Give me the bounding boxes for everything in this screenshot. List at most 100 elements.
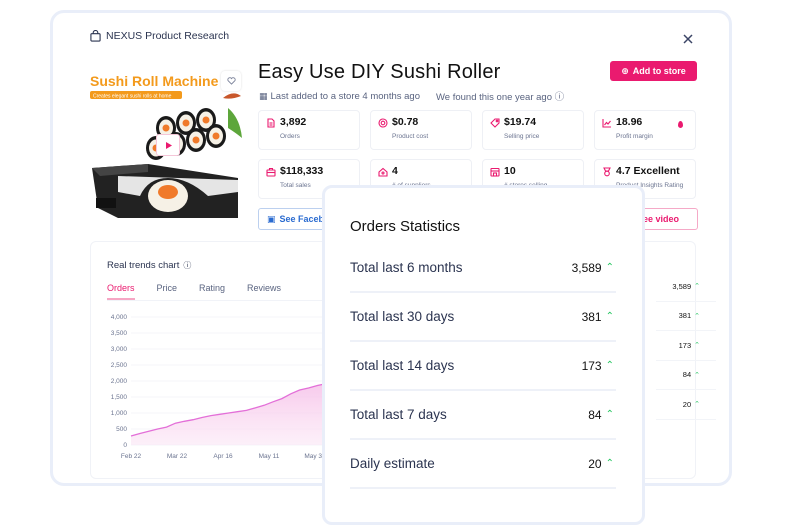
stat-row-label: Total last 14 days — [350, 358, 455, 373]
found-info: We found this one year ago ⓘ — [436, 89, 564, 103]
y-tick-label: 3,500 — [111, 330, 128, 337]
stat-row-value: 3,589 ⌃ — [572, 261, 616, 275]
stat-row-label: Daily estimate — [350, 456, 435, 471]
tab-price[interactable]: Price — [157, 283, 178, 300]
facebook-icon: ▣ — [267, 213, 276, 224]
bg-stat-row: 84 ⌃ — [656, 361, 716, 390]
trend-up-icon: ⌃ — [694, 283, 700, 291]
info-icon[interactable]: ⓘ — [555, 92, 565, 103]
stat-row-daily-estimate: Daily estimate 20 ⌃ — [350, 440, 616, 489]
stat-value: $0.78 — [392, 116, 419, 128]
store-icon — [490, 167, 500, 177]
stat-row-number: 173 — [581, 358, 602, 373]
product-meta: ▦ Last added to a store 4 months ago We f… — [259, 89, 564, 104]
bg-stat-row: 173 ⌃ — [656, 331, 716, 361]
orders-statistics-card: Orders Statistics Total last 6 months 3,… — [322, 185, 645, 525]
background-stats-values: 3,589 ⌃ 381 ⌃ 173 ⌃ 84 ⌃ 20 ⌃ — [656, 272, 716, 420]
bg-stat-row: 20 ⌃ — [656, 390, 716, 420]
flame-icon — [678, 121, 683, 128]
stat-card-product-cost: $0.78 Product cost — [370, 110, 472, 150]
stat-row-number: 84 — [588, 407, 602, 422]
bg-stat-value: 20 — [682, 399, 692, 409]
trends-title-text: Real trends chart — [107, 260, 180, 271]
tabs-divider — [107, 300, 337, 301]
y-tick-label: 2,000 — [111, 378, 128, 385]
stat-card-orders: 3,892 Orders — [258, 110, 360, 150]
trend-up-icon: ⌃ — [605, 311, 614, 322]
briefcase-icon — [266, 167, 276, 177]
brand-label: NEXUS Product Research — [106, 30, 230, 42]
image-caption-sub: Creates elegant sushi rolls at home — [93, 94, 172, 100]
last-added-info: ▦ Last added to a store 4 months ago — [259, 91, 420, 102]
stat-label: Orders — [280, 133, 300, 140]
coins-icon — [378, 118, 388, 128]
y-tick-label: 1,000 — [111, 410, 128, 417]
stat-row-value: 20 ⌃ — [588, 457, 616, 471]
stat-value: 10 — [504, 165, 516, 177]
shopping-bag-icon — [90, 30, 101, 42]
stat-row-value: 84 ⌃ — [588, 408, 616, 422]
add-to-store-button[interactable]: ⊕ Add to store — [610, 61, 697, 81]
x-tick-label: May 11 — [259, 453, 280, 460]
stat-label: Total sales — [280, 182, 311, 189]
y-tick-label: 3,000 — [111, 346, 128, 353]
tab-orders[interactable]: Orders — [107, 283, 135, 300]
play-video-button[interactable] — [156, 134, 180, 156]
trend-up-icon: ⌃ — [605, 409, 614, 420]
stat-card-selling-price: $19.74 Selling price — [482, 110, 584, 150]
bg-stat-value: 173 — [678, 340, 692, 350]
last-added-text: Last added to a store 4 months ago — [270, 90, 420, 102]
trends-title: Real trends chart ⓘ — [107, 260, 191, 271]
heart-icon — [226, 77, 236, 85]
sushi-machine-graphic — [92, 164, 238, 218]
stat-value: $19.74 — [504, 116, 537, 128]
x-tick-label: Apr 16 — [213, 453, 233, 460]
stat-value: 4.7 Excellent — [616, 165, 680, 177]
orders-statistics-title: Orders Statistics — [350, 218, 461, 235]
favorite-button[interactable] — [221, 71, 241, 91]
y-tick-label: 0 — [123, 442, 127, 449]
house-icon — [378, 167, 388, 177]
stat-row-30-days: Total last 30 days 381 ⌃ — [350, 293, 616, 342]
trend-up-icon: ⌃ — [605, 360, 614, 371]
image-caption-title: Sushi Roll Machine — [90, 73, 219, 89]
stat-row-value: 173 ⌃ — [582, 359, 616, 373]
bg-stat-row: 3,589 ⌃ — [656, 272, 716, 302]
stat-row-label: Total last 6 months — [350, 260, 463, 275]
tab-reviews[interactable]: Reviews — [247, 283, 281, 300]
stat-row-label: Total last 30 days — [350, 309, 455, 324]
stat-row-label: Total last 7 days — [350, 407, 447, 422]
trend-up-icon: ⌃ — [694, 371, 700, 379]
tab-rating[interactable]: Rating — [199, 283, 225, 300]
y-tick-label: 1,500 — [111, 394, 128, 401]
stat-label: Selling price — [504, 133, 540, 140]
trend-up-icon: ⌃ — [694, 342, 700, 350]
stat-label: Product cost — [392, 133, 429, 140]
stat-row-14-days: Total last 14 days 173 ⌃ — [350, 342, 616, 391]
stat-value: 3,892 — [280, 116, 307, 128]
stat-label: Profit margin — [616, 133, 653, 140]
stat-row-number: 381 — [581, 309, 602, 324]
bg-stat-row: 381 ⌃ — [656, 302, 716, 331]
stat-row-value: 381 ⌃ — [582, 310, 616, 324]
trend-up-icon: ⌃ — [694, 312, 700, 320]
orders-trend-chart: 05001,0001,5002,0002,5003,0003,5004,000 … — [111, 314, 345, 460]
award-icon — [602, 167, 612, 177]
plus-circle-icon: ⊕ — [621, 65, 629, 76]
bg-stat-value: 381 — [678, 311, 692, 321]
close-icon[interactable] — [681, 32, 695, 46]
play-icon — [165, 141, 172, 149]
trends-tabs: Orders Price Rating Reviews — [107, 283, 303, 300]
info-icon[interactable]: ⓘ — [183, 260, 191, 271]
document-icon — [266, 118, 276, 128]
x-tick-label: Feb 22 — [121, 453, 142, 460]
trend-up-icon: ⌃ — [605, 262, 614, 273]
product-title: Easy Use DIY Sushi Roller — [258, 61, 501, 83]
y-tick-label: 4,000 — [111, 314, 128, 321]
found-text: We found this one year ago — [435, 92, 552, 103]
stat-row-number: 3,589 — [571, 260, 602, 275]
y-tick-label: 2,500 — [111, 362, 128, 369]
trend-chart-icon — [602, 118, 612, 128]
stat-value: $118,333 — [280, 165, 324, 177]
tag-icon — [490, 118, 500, 128]
